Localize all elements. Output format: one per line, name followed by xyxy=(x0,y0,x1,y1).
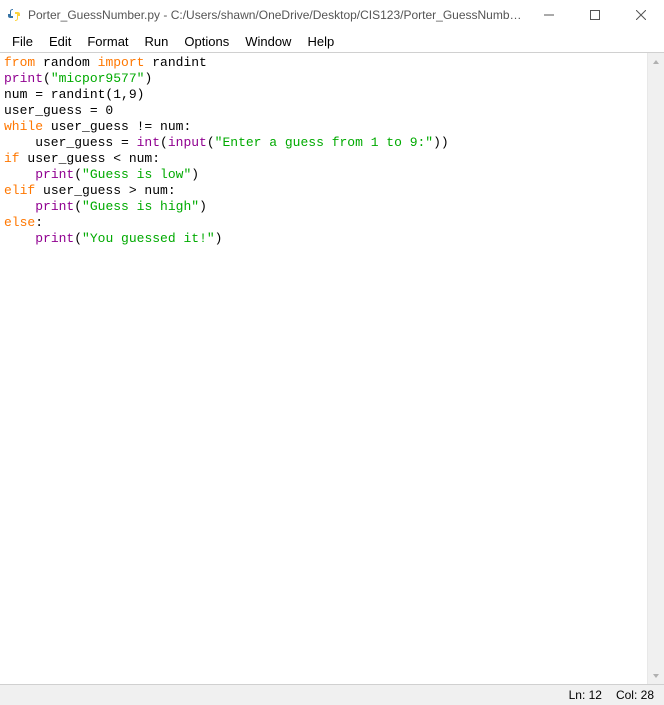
scroll-up-arrow-icon[interactable] xyxy=(648,53,664,70)
code-line: else: xyxy=(4,215,643,231)
menu-window[interactable]: Window xyxy=(237,32,299,51)
menu-format[interactable]: Format xyxy=(79,32,136,51)
menu-run[interactable]: Run xyxy=(137,32,177,51)
scroll-down-arrow-icon[interactable] xyxy=(648,667,664,684)
code-line: print("Guess is low") xyxy=(4,167,643,183)
menu-file[interactable]: File xyxy=(4,32,41,51)
window-title: Porter_GuessNumber.py - C:/Users/shawn/O… xyxy=(28,8,526,22)
code-line: print("Guess is high") xyxy=(4,199,643,215)
menu-help[interactable]: Help xyxy=(299,32,342,51)
code-line: user_guess = 0 xyxy=(4,103,643,119)
code-line: num = randint(1,9) xyxy=(4,87,643,103)
app-icon xyxy=(6,7,22,23)
code-line: if user_guess < num: xyxy=(4,151,643,167)
vertical-scrollbar[interactable] xyxy=(647,53,664,684)
code-line: user_guess = int(input("Enter a guess fr… xyxy=(4,135,643,151)
status-col: Col: 28 xyxy=(616,688,654,702)
code-line: print("micpor9577") xyxy=(4,71,643,87)
code-line: elif user_guess > num: xyxy=(4,183,643,199)
status-line: Ln: 12 xyxy=(569,688,602,702)
menu-options[interactable]: Options xyxy=(176,32,237,51)
minimize-button[interactable] xyxy=(526,0,572,30)
maximize-button[interactable] xyxy=(572,0,618,30)
close-button[interactable] xyxy=(618,0,664,30)
titlebar: Porter_GuessNumber.py - C:/Users/shawn/O… xyxy=(0,0,664,30)
code-line: print("You guessed it!") xyxy=(4,231,643,247)
window-controls xyxy=(526,0,664,30)
editor-area: from random import randintprint("micpor9… xyxy=(0,53,664,684)
code-line: from random import randint xyxy=(4,55,643,71)
menubar: File Edit Format Run Options Window Help xyxy=(0,30,664,52)
code-line: while user_guess != num: xyxy=(4,119,643,135)
code-editor[interactable]: from random import randintprint("micpor9… xyxy=(0,53,647,684)
menu-edit[interactable]: Edit xyxy=(41,32,79,51)
statusbar: Ln: 12 Col: 28 xyxy=(0,684,664,705)
